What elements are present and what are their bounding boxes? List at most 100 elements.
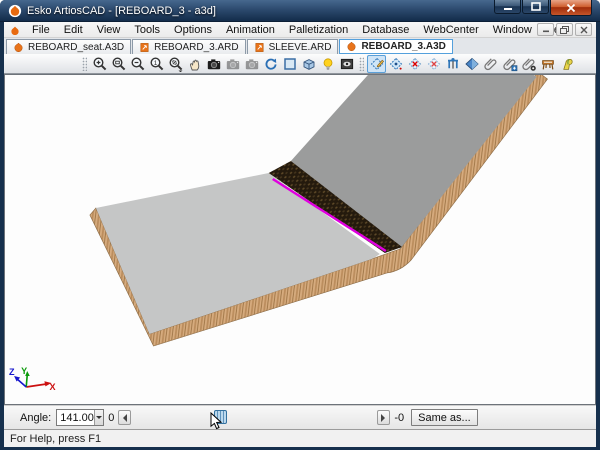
unfold-all-button[interactable] [424, 55, 443, 73]
mdi-restore-button[interactable] [556, 23, 573, 36]
svg-text:1: 1 [153, 60, 157, 67]
mdi-close-button[interactable] [575, 23, 592, 36]
tab-reboard_3.ard[interactable]: REBOARD_3.ARD [132, 39, 245, 54]
menu-animation[interactable]: Animation [219, 23, 282, 37]
angle-label: Angle: [20, 412, 51, 424]
maximize-button[interactable] [522, 0, 549, 14]
rotate-view-button[interactable] [261, 55, 280, 73]
toolbar: 1 [4, 54, 596, 74]
document-app-icon [9, 24, 21, 36]
stand-button[interactable] [538, 55, 557, 73]
copy-snapshot-icon [225, 56, 241, 72]
flatten-button[interactable] [462, 55, 481, 73]
tab-label: SLEEVE.ARD [269, 42, 332, 53]
minimize-button[interactable] [494, 0, 521, 14]
fold-toolbar-grip[interactable] [359, 57, 364, 71]
unfold-icon [407, 56, 423, 72]
curl-icon [559, 56, 575, 72]
tab-label: REBOARD_3.A3D [361, 41, 445, 52]
attach-copy-button[interactable] [500, 55, 519, 73]
wireframe-view-button[interactable] [280, 55, 299, 73]
menu-edit[interactable]: Edit [57, 23, 90, 37]
fold-to-angle-icon [388, 56, 404, 72]
zoom-in-button[interactable] [90, 55, 109, 73]
application-window: Esko ArtiosCAD - [REBOARD_3 - a3d] FileE… [0, 0, 600, 450]
mouse-cursor [210, 412, 223, 431]
angle-value: 141.00 [57, 412, 94, 424]
model3d-file-icon [13, 42, 24, 53]
window-title: Esko ArtiosCAD - [REBOARD_3 - a3d] [27, 5, 216, 17]
stand-icon [540, 56, 556, 72]
zoom-fit-button[interactable] [166, 55, 185, 73]
axis-y-label: Y [21, 366, 27, 376]
menu-file[interactable]: File [25, 23, 57, 37]
flatten-icon [464, 56, 480, 72]
export-snapshot-button [242, 55, 261, 73]
zoom-one-to-one-button[interactable]: 1 [147, 55, 166, 73]
attach-button[interactable] [481, 55, 500, 73]
axes-triad: Z Y X [9, 366, 55, 392]
view-toolbar: 1 [90, 55, 356, 73]
light-source-button[interactable] [318, 55, 337, 73]
fold-angle-button[interactable] [367, 55, 386, 73]
zoom-fit-icon [168, 56, 184, 72]
snapshot-button[interactable] [204, 55, 223, 73]
menu-view[interactable]: View [90, 23, 128, 37]
esko-logo-icon [8, 4, 22, 18]
snapshot-icon [206, 56, 222, 72]
toolbar-grip[interactable] [82, 57, 87, 71]
solid-render-icon [301, 56, 317, 72]
zoom-one-to-one-icon: 1 [149, 56, 165, 72]
corrugated-board[interactable] [90, 75, 548, 346]
wireframe-view-icon [282, 56, 298, 72]
unfold-button[interactable] [405, 55, 424, 73]
design-file-icon [139, 42, 150, 53]
model3d-file-icon [346, 41, 357, 52]
close-button[interactable] [550, 0, 592, 16]
status-bar: For Help, press F1 [4, 429, 596, 447]
angle-step-up-button[interactable] [377, 410, 390, 425]
angle-dropdown-icon[interactable] [94, 410, 103, 425]
menu-palletization[interactable]: Palletization [282, 23, 355, 37]
fold-toolbar [367, 55, 576, 73]
tab-reboard_3.a3d[interactable]: REBOARD_3.A3D [339, 39, 452, 54]
document-tabbar: REBOARD_seat.A3D REBOARD_3.ARD SLEEVE.ARD R… [4, 38, 596, 54]
attach-settings-button[interactable] [519, 55, 538, 73]
slider-max-label: -0 [394, 412, 404, 424]
3d-viewport[interactable]: Z Y X [4, 74, 596, 405]
titlebar[interactable]: Esko ArtiosCAD - [REBOARD_3 - a3d] [0, 0, 600, 22]
copy-snapshot-button [223, 55, 242, 73]
same-as-button[interactable]: Same as... [411, 409, 478, 426]
angle-slider[interactable] [134, 406, 374, 429]
design-file-icon [254, 42, 265, 53]
same-as-label: Same as... [418, 412, 471, 424]
menu-webcenter[interactable]: WebCenter [416, 23, 485, 37]
pin-part-button[interactable] [443, 55, 462, 73]
pan-button[interactable] [185, 55, 204, 73]
tab-label: REBOARD_3.ARD [154, 42, 238, 53]
curl-button[interactable] [557, 55, 576, 73]
export-snapshot-icon [244, 56, 260, 72]
menubar: FileEditViewToolsOptionsAnimationPalleti… [4, 22, 596, 38]
mdi-window-buttons [537, 23, 592, 36]
mdi-minimize-button[interactable] [537, 23, 554, 36]
menu-tools[interactable]: Tools [127, 23, 167, 37]
3d-scene[interactable]: Z Y X [5, 75, 595, 404]
solid-render-button[interactable] [299, 55, 318, 73]
angle-input[interactable]: 141.00 [56, 409, 104, 426]
toolbar-empty-area [7, 56, 79, 72]
unfold-all-icon [426, 56, 442, 72]
slider-min-label: 0 [108, 412, 114, 424]
menubar-items: FileEditViewToolsOptionsAnimationPalleti… [25, 23, 576, 37]
menu-options[interactable]: Options [167, 23, 219, 37]
tab-reboard_seat.a3d[interactable]: REBOARD_seat.A3D [6, 39, 131, 54]
fold-to-angle-button[interactable] [386, 55, 405, 73]
angle-step-down-button[interactable] [118, 410, 131, 425]
zoom-out-button[interactable] [128, 55, 147, 73]
zoom-rectangle-button[interactable] [109, 55, 128, 73]
render-options-button[interactable] [337, 55, 356, 73]
menu-database[interactable]: Database [355, 23, 416, 37]
attach-icon [483, 56, 499, 72]
menu-window[interactable]: Window [486, 23, 539, 37]
tab-sleeve.ard[interactable]: SLEEVE.ARD [247, 39, 339, 54]
